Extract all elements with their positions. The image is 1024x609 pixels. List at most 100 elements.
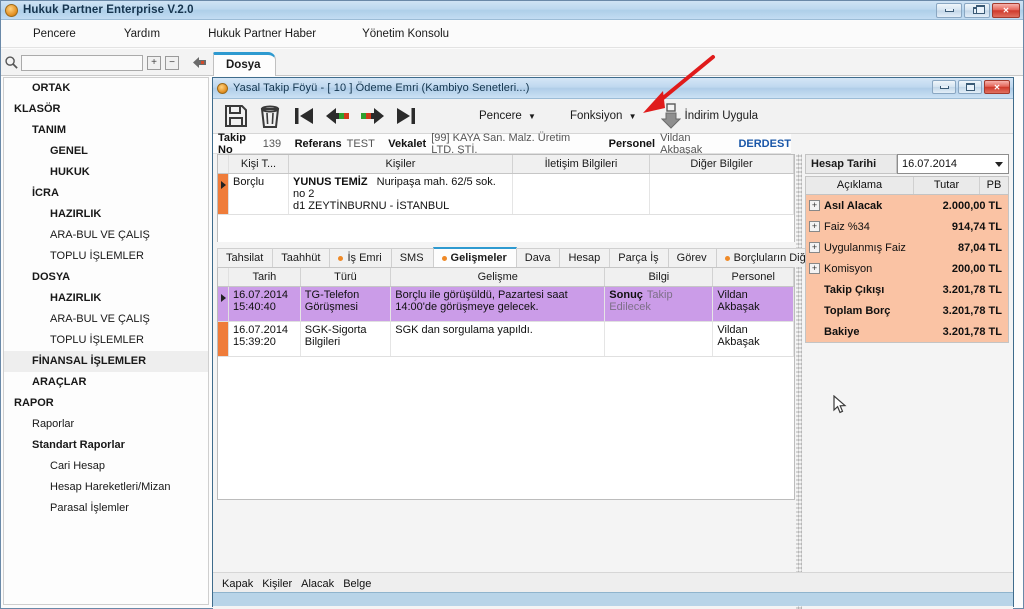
tab-geli-meler[interactable]: Gelişmeler	[432, 247, 517, 267]
column-header-diger[interactable]: Diğer Bilgiler	[650, 155, 794, 173]
mdi-minimize-button[interactable]	[932, 80, 956, 94]
menu-item-pencere[interactable]: Pencere	[23, 25, 86, 43]
search-input[interactable]	[21, 54, 143, 71]
tree-item-ara-bul-ve-ali[interactable]: ARA-BUL VE ÇALIŞ	[4, 309, 208, 330]
expand-icon[interactable]: +	[809, 242, 820, 253]
last-record-icon[interactable]	[389, 101, 423, 132]
menu-item-yardim[interactable]: Yardım	[114, 25, 170, 43]
account-row-amount: 3.201,78 TL	[942, 283, 1002, 296]
table-row[interactable]: 16.07.2014 15:39:20 SGK-Sigorta Bilgileri S…	[218, 322, 795, 357]
delete-icon[interactable]	[253, 101, 287, 132]
mdi-maximize-button[interactable]	[958, 80, 982, 94]
vertical-splitter[interactable]	[796, 154, 802, 609]
footer-tab-belge[interactable]: Belge	[343, 578, 371, 590]
account-row[interactable]: Takip Çıkışı 3.201,78 TL	[806, 279, 1008, 300]
tree-item-hesap-hareketleri-mizan[interactable]: Hesap Hareketleri/Mizan	[4, 477, 208, 498]
tree-item-cari-hesap[interactable]: Cari Hesap	[4, 456, 208, 477]
footer-tab-alacak[interactable]: Alacak	[301, 578, 334, 590]
tree-item-genel[interactable]: GENEL	[4, 141, 208, 162]
tree-item-hazirlik[interactable]: HAZIRLIK	[4, 204, 208, 225]
table-row[interactable]: Borçlu YUNUS TEMİZ Nuripaşa mah. 62/5 so…	[218, 174, 794, 215]
navigation-tree[interactable]: ORTAK KLASÖR TANIM GENEL HUKUK İCRA HAZIRLIK AR…	[3, 77, 209, 605]
column-header-kisi-turu[interactable]: Kişi T...	[229, 155, 289, 173]
apply-discount-button[interactable]: İndirim Uygula	[655, 100, 765, 132]
tree-item-klas-r[interactable]: KLASÖR	[4, 99, 208, 120]
column-header-bilgi[interactable]: Bilgi	[605, 268, 714, 286]
expand-icon[interactable]: +	[809, 221, 820, 232]
cell-gelisme: SGK dan sorgulama yapıldı.	[391, 322, 606, 356]
footer-tab-ki-iler[interactable]: Kişiler	[262, 578, 292, 590]
minimize-button[interactable]	[936, 3, 962, 18]
tab-par-a-i[interactable]: Parça İş	[609, 248, 669, 267]
tree-item-ara-bul-ve-ali[interactable]: ARA-BUL VE ÇALIŞ	[4, 225, 208, 246]
column-header-personel[interactable]: Personel	[713, 268, 794, 286]
tab-g-rev[interactable]: Görev	[667, 248, 717, 267]
tree-item-label: Raporlar	[32, 418, 75, 430]
save-icon[interactable]	[219, 101, 253, 132]
footer-tab-list: Kapak Kişiler Alacak Belge	[213, 573, 1013, 590]
tree-item-tanim[interactable]: TANIM	[4, 120, 208, 141]
tree-item-ortak[interactable]: ORTAK	[4, 78, 208, 99]
tree-item-hukuk[interactable]: HUKUK	[4, 162, 208, 183]
toolbar-menu-fonksiyon[interactable]: Fonksiyon ▼	[562, 105, 645, 127]
account-row[interactable]: Bakiye 3.201,78 TL	[806, 321, 1008, 342]
tree-item-i-cra[interactable]: İCRA	[4, 183, 208, 204]
tab-tahsilat[interactable]: Tahsilat	[217, 248, 274, 267]
tree-item-label: TOPLU İŞLEMLER	[50, 250, 144, 262]
developments-grid[interactable]: Tarih Türü Gelişme Bilgi Personel 16.07.…	[217, 268, 795, 500]
tree-item-dosya[interactable]: DOSYA	[4, 267, 208, 288]
back-arrow-icon[interactable]	[193, 57, 207, 68]
tree-item-raporlar[interactable]: Raporlar	[4, 414, 208, 435]
menu-item-hukuk-partner-haber[interactable]: Hukuk Partner Haber	[198, 25, 326, 43]
tree-item-ara-lar[interactable]: ARAÇLAR	[4, 372, 208, 393]
table-row[interactable]: 16.07.2014 15:40:40 TG-Telefon Görüşmesi Bo…	[218, 287, 795, 322]
account-row[interactable]: + Faiz %34 914,74 TL	[806, 216, 1008, 237]
column-header-turu[interactable]: Türü	[301, 268, 392, 286]
toolbar-menu-pencere[interactable]: Pencere ▼	[471, 105, 544, 127]
account-row[interactable]: Toplam Borç 3.201,78 TL	[806, 300, 1008, 321]
expand-icon[interactable]: +	[809, 263, 820, 274]
expand-all-button[interactable]: +	[147, 55, 161, 70]
column-header-kisiler[interactable]: Kişiler	[289, 155, 513, 173]
tree-item-toplu-i-lemler[interactable]: TOPLU İŞLEMLER	[4, 330, 208, 351]
file-info-strip: Takip No 139 Referans TEST Vekalet [99] …	[213, 132, 791, 156]
account-date-combo[interactable]: 16.07.2014	[897, 154, 1009, 174]
first-record-icon[interactable]	[287, 101, 321, 132]
cell-gelisme: Borçlu ile görüşüldü, Pazartesi saat 14:…	[391, 287, 606, 321]
persons-grid[interactable]: Kişi T... Kişiler İletişim Bilgileri Diğ…	[217, 154, 795, 242]
tab-taahh-t[interactable]: Taahhüt	[272, 248, 331, 267]
close-button[interactable]: ✕	[992, 3, 1020, 18]
tab-sms[interactable]: SMS	[390, 248, 434, 267]
column-header-aciklama[interactable]: Açıklama	[806, 177, 914, 194]
footer-tab-kapak[interactable]: Kapak	[222, 578, 253, 590]
account-row[interactable]: + Komisyon 200,00 TL	[806, 258, 1008, 279]
tree-item-toplu-i-lemler[interactable]: TOPLU İŞLEMLER	[4, 246, 208, 267]
expand-icon[interactable]: +	[809, 200, 820, 211]
mdi-close-button[interactable]: ✕	[984, 80, 1010, 94]
previous-record-icon[interactable]	[321, 101, 355, 132]
tree-item-parasal-i-lemler[interactable]: Parasal İşlemler	[4, 498, 208, 519]
tree-item-hazirlik[interactable]: HAZIRLIK	[4, 288, 208, 309]
tab-hesap[interactable]: Hesap	[559, 248, 611, 267]
tab-dosya[interactable]: Dosya	[213, 52, 276, 76]
tree-item-standart-raporlar[interactable]: Standart Raporlar	[4, 435, 208, 456]
tree-item-fi-nansal-i-lemler[interactable]: FİNANSAL İŞLEMLER	[4, 351, 208, 372]
tree-item-rapor[interactable]: RAPOR	[4, 393, 208, 414]
column-header-pb[interactable]: PB	[980, 177, 1008, 194]
column-header-iletisim[interactable]: İletişim Bilgileri	[513, 155, 650, 173]
tab-label: İş Emri	[347, 252, 382, 264]
window-title: Hukuk Partner Enterprise V.2.0	[23, 4, 194, 16]
column-header-gelisme[interactable]: Gelişme	[391, 268, 606, 286]
account-row[interactable]: + Asıl Alacak 2.000,00 TL	[806, 195, 1008, 216]
status-badge[interactable]: DERDEST	[738, 138, 791, 150]
menu-item-yonetim-konsolu[interactable]: Yönetim Konsolu	[352, 25, 459, 43]
collapse-all-button[interactable]: −	[165, 55, 179, 70]
account-row[interactable]: + Uygulanmış Faiz 87,04 TL	[806, 237, 1008, 258]
tree-item-label: RAPOR	[14, 397, 54, 409]
column-header-tutar[interactable]: Tutar	[914, 177, 980, 194]
next-record-icon[interactable]	[355, 101, 389, 132]
column-header-tarih[interactable]: Tarih	[229, 268, 301, 286]
tab-i-emri[interactable]: İş Emri	[329, 248, 392, 267]
restore-button[interactable]	[964, 3, 990, 18]
tab-dava[interactable]: Dava	[515, 248, 561, 267]
